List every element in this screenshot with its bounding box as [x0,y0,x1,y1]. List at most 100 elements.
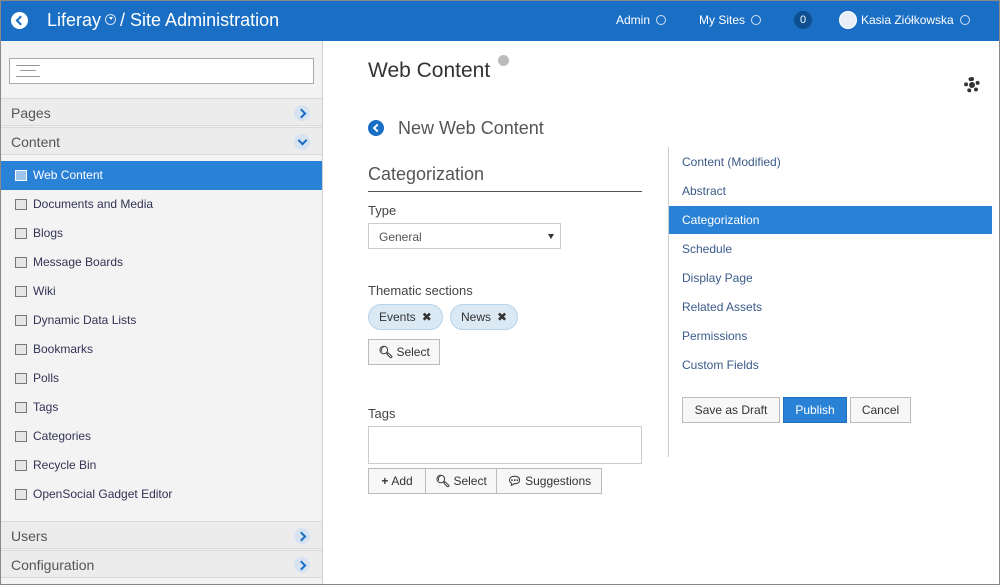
sidebar-item-polls[interactable]: Polls [1,364,322,393]
panel-label: Configuration [11,557,95,573]
polls-icon [15,373,27,384]
notifications-badge[interactable]: 0 [794,11,812,29]
back-arrow-icon[interactable] [11,12,28,29]
panel-label: Content [11,134,61,150]
admin-label: Admin [616,13,651,27]
message-boards-icon [15,257,27,268]
category-chip: Events ✖ [368,304,443,330]
sidebar-item-label: Tags [33,400,59,414]
search-input[interactable] [9,58,314,84]
blogs-icon [15,228,27,239]
sidebar-item-documents[interactable]: Documents and Media [1,190,322,219]
dropdown-arrow-icon [548,234,554,239]
panel-configuration[interactable]: Configuration [1,550,322,578]
sidebar-item-label: Wiki [33,284,56,298]
sidebar-item-message-boards[interactable]: Message Boards [1,248,322,277]
sidebar-item-gadget-editor[interactable]: OpenSocial Gadget Editor [1,480,322,509]
avatar[interactable] [839,11,857,29]
web-content-icon [15,170,27,181]
site-name: Liferay [47,10,102,30]
chevron-right-icon [294,105,310,121]
tags-icon [15,402,27,413]
sidebar-item-label: Message Boards [33,255,124,269]
panel-content[interactable]: Content [1,127,322,155]
nav-related-assets[interactable]: Related Assets [669,293,992,321]
nav-abstract[interactable]: Abstract [669,177,992,205]
chevron-right-icon [294,557,310,573]
select-tags-button[interactable]: 🔍︎ Select [425,468,497,494]
remove-icon[interactable]: ✖ [422,305,432,329]
panel-label: Users [11,528,48,544]
suggestions-button[interactable]: 💬︎ Suggestions [496,468,602,494]
remove-icon[interactable]: ✖ [497,305,507,329]
search-icon: 🔍︎ [378,345,394,359]
tags-input[interactable] [368,426,642,464]
button-label: Add [391,474,413,488]
sidebar-item-label: Bookmarks [33,342,94,356]
recycle-bin-icon [15,460,27,471]
user-name: Kasia Ziółkowska [861,13,954,27]
cancel-button[interactable]: Cancel [850,397,911,423]
sidebar-item-label: Blogs [33,226,64,240]
chevron-down-icon[interactable] [105,14,117,25]
chevron-right-icon [294,528,310,544]
chip-label: Events [379,310,416,324]
chevron-down-icon [294,134,310,150]
admin-menu[interactable]: Admin [616,13,667,27]
publish-button[interactable]: Publish [783,397,847,423]
form-title: New Web Content [398,118,544,138]
comment-icon: 💬︎ [506,474,523,488]
sidebar-item-label: Web Content [33,168,103,182]
user-menu[interactable]: Kasia Ziółkowska [861,13,970,27]
sidebar-item-label: Documents and Media [33,197,154,211]
add-tag-button[interactable]: + Add [368,468,426,494]
content-menu: Web Content Documents and Media Blogs Me… [1,161,322,509]
nav-schedule[interactable]: Schedule [669,235,992,263]
type-label: Type [368,203,397,218]
categories-icon [15,431,27,442]
nav-content[interactable]: Content (Modified) [669,148,992,176]
search-icon [16,65,40,77]
nav-permissions[interactable]: Permissions [669,322,992,350]
site-admin-label: / Site Administration [120,10,280,30]
sidebar-item-label: Dynamic Data Lists [33,313,137,327]
sidebar-item-categories[interactable]: Categories [1,422,322,451]
sidebar-item-web-content[interactable]: Web Content [1,161,322,190]
sidebar-item-label: Recycle Bin [33,458,97,472]
nav-display-page[interactable]: Display Page [669,264,992,292]
thematic-sections-label: Thematic sections [368,283,473,298]
search-icon: 🔍︎ [435,474,451,488]
top-bar: Liferay / Site Administration Admin My Si… [1,1,999,41]
type-select[interactable]: General [368,223,561,249]
section-title: Categorization [368,164,485,184]
my-sites-menu[interactable]: My Sites [699,13,762,27]
documents-icon [15,199,27,210]
select-categories-button[interactable]: 🔍︎ Select [368,339,440,365]
chevron-down-icon [959,15,970,25]
button-label: Select [396,345,430,359]
save-draft-button[interactable]: Save as Draft [682,397,780,423]
sidebar-item-wiki[interactable]: Wiki [1,277,322,306]
site-selector[interactable]: Liferay / Site Administration [47,10,279,31]
page-title: Web Content [368,55,509,83]
nav-categorization[interactable]: Categorization [669,206,992,234]
page-title-text: Web Content [368,59,491,82]
sidebar-item-tags[interactable]: Tags [1,393,322,422]
nav-custom-fields[interactable]: Custom Fields [669,351,992,379]
panel-pages[interactable]: Pages [1,98,322,126]
chevron-down-icon [656,15,667,25]
sidebar-item-blogs[interactable]: Blogs [1,219,322,248]
gear-icon[interactable] [964,77,980,93]
chip-label: News [461,310,492,324]
section-divider [368,191,642,192]
type-select-value: General [379,230,422,244]
sidebar-item-dynamic-data-lists[interactable]: Dynamic Data Lists [1,306,322,335]
panel-users[interactable]: Users [1,521,322,549]
sidebar-item-recycle-bin[interactable]: Recycle Bin [1,451,322,480]
sidebar: Pages Content Web Content Documents and … [1,41,323,584]
back-arrow-icon[interactable] [368,120,384,136]
chevron-down-icon [751,15,762,25]
help-icon[interactable] [498,55,509,66]
sidebar-item-bookmarks[interactable]: Bookmarks [1,335,322,364]
bookmarks-icon [15,344,27,355]
